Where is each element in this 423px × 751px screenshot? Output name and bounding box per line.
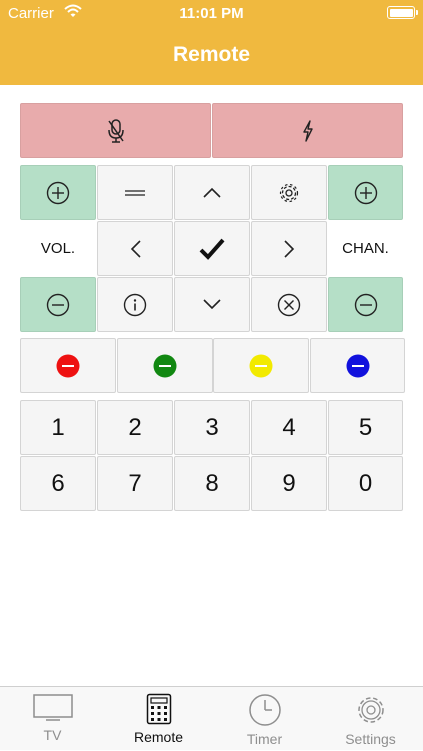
calculator-icon xyxy=(146,693,171,725)
battery-icon xyxy=(387,6,418,19)
volume-label: VOL. xyxy=(40,240,76,257)
tab-label: Remote xyxy=(133,729,184,745)
ok-button[interactable] xyxy=(174,221,250,276)
tab-bar: TV Remote Timer Settings xyxy=(0,686,423,750)
digit-0-button[interactable]: 0 xyxy=(328,456,403,511)
color-dot-icon xyxy=(249,354,273,377)
volume-down-button[interactable] xyxy=(20,277,96,332)
red-button[interactable] xyxy=(20,338,116,393)
color-dot-icon xyxy=(346,354,369,377)
chevron-down-icon xyxy=(203,299,221,310)
mute-mic-button[interactable] xyxy=(20,103,211,158)
power-button[interactable] xyxy=(212,103,403,158)
chevron-up-icon xyxy=(203,187,221,198)
digit-1-button[interactable]: 1 xyxy=(20,400,96,455)
gear-icon xyxy=(279,183,299,202)
minus-circle-icon xyxy=(354,293,377,316)
green-button[interactable] xyxy=(117,338,213,393)
color-dot-icon xyxy=(153,354,177,377)
mic-off-icon xyxy=(107,118,124,143)
digit-2-button[interactable]: 2 xyxy=(97,400,173,455)
blue-button[interactable] xyxy=(310,338,405,393)
plus-circle-icon xyxy=(354,181,377,204)
tv-icon xyxy=(32,694,73,721)
tab-label: Timer xyxy=(246,731,283,747)
settings-button[interactable] xyxy=(251,165,327,220)
minus-circle-icon xyxy=(46,293,70,316)
plus-circle-icon xyxy=(46,181,70,204)
right-button[interactable] xyxy=(251,221,327,276)
digit-4-button[interactable]: 4 xyxy=(251,400,327,455)
tab-settings[interactable]: Settings xyxy=(318,687,423,751)
tab-tv[interactable]: TV xyxy=(0,687,105,751)
channel-label: CHAN. xyxy=(342,240,389,257)
down-button[interactable] xyxy=(174,277,250,332)
info-icon xyxy=(123,293,147,316)
chevron-left-icon xyxy=(130,239,141,258)
tab-timer[interactable]: Timer xyxy=(212,687,317,751)
close-circle-icon xyxy=(277,293,301,316)
tab-label: TV xyxy=(43,727,62,743)
gear-icon xyxy=(357,697,384,723)
chevron-right-icon xyxy=(283,239,294,258)
digit-9-button[interactable]: 9 xyxy=(251,456,327,511)
tab-remote[interactable]: Remote xyxy=(106,687,211,751)
exit-button[interactable] xyxy=(251,277,327,332)
tab-label: Settings xyxy=(345,731,396,747)
checkmark-icon xyxy=(199,238,225,260)
clock-icon xyxy=(248,694,281,726)
digit-6-button[interactable]: 6 xyxy=(20,456,96,511)
nav-bar: Remote xyxy=(0,28,423,85)
menu-lines-icon xyxy=(125,189,145,196)
info-button[interactable] xyxy=(97,277,173,332)
digit-8-button[interactable]: 8 xyxy=(174,456,250,511)
color-dot-icon xyxy=(56,354,80,377)
left-button[interactable] xyxy=(97,221,173,276)
yellow-button[interactable] xyxy=(213,338,309,393)
menu-button[interactable] xyxy=(97,165,173,220)
status-time: 11:01 PM xyxy=(179,5,244,22)
page-title: Remote xyxy=(172,43,251,66)
status-bar: Carrier 11:01 PM xyxy=(0,0,423,28)
channel-down-button[interactable] xyxy=(328,277,403,332)
up-button[interactable] xyxy=(174,165,250,220)
digit-7-button[interactable]: 7 xyxy=(97,456,173,511)
power-bolt-icon xyxy=(302,119,313,142)
volume-up-button[interactable] xyxy=(20,165,96,220)
digit-5-button[interactable]: 5 xyxy=(328,400,403,455)
channel-up-button[interactable] xyxy=(328,165,403,220)
digit-3-button[interactable]: 3 xyxy=(174,400,250,455)
